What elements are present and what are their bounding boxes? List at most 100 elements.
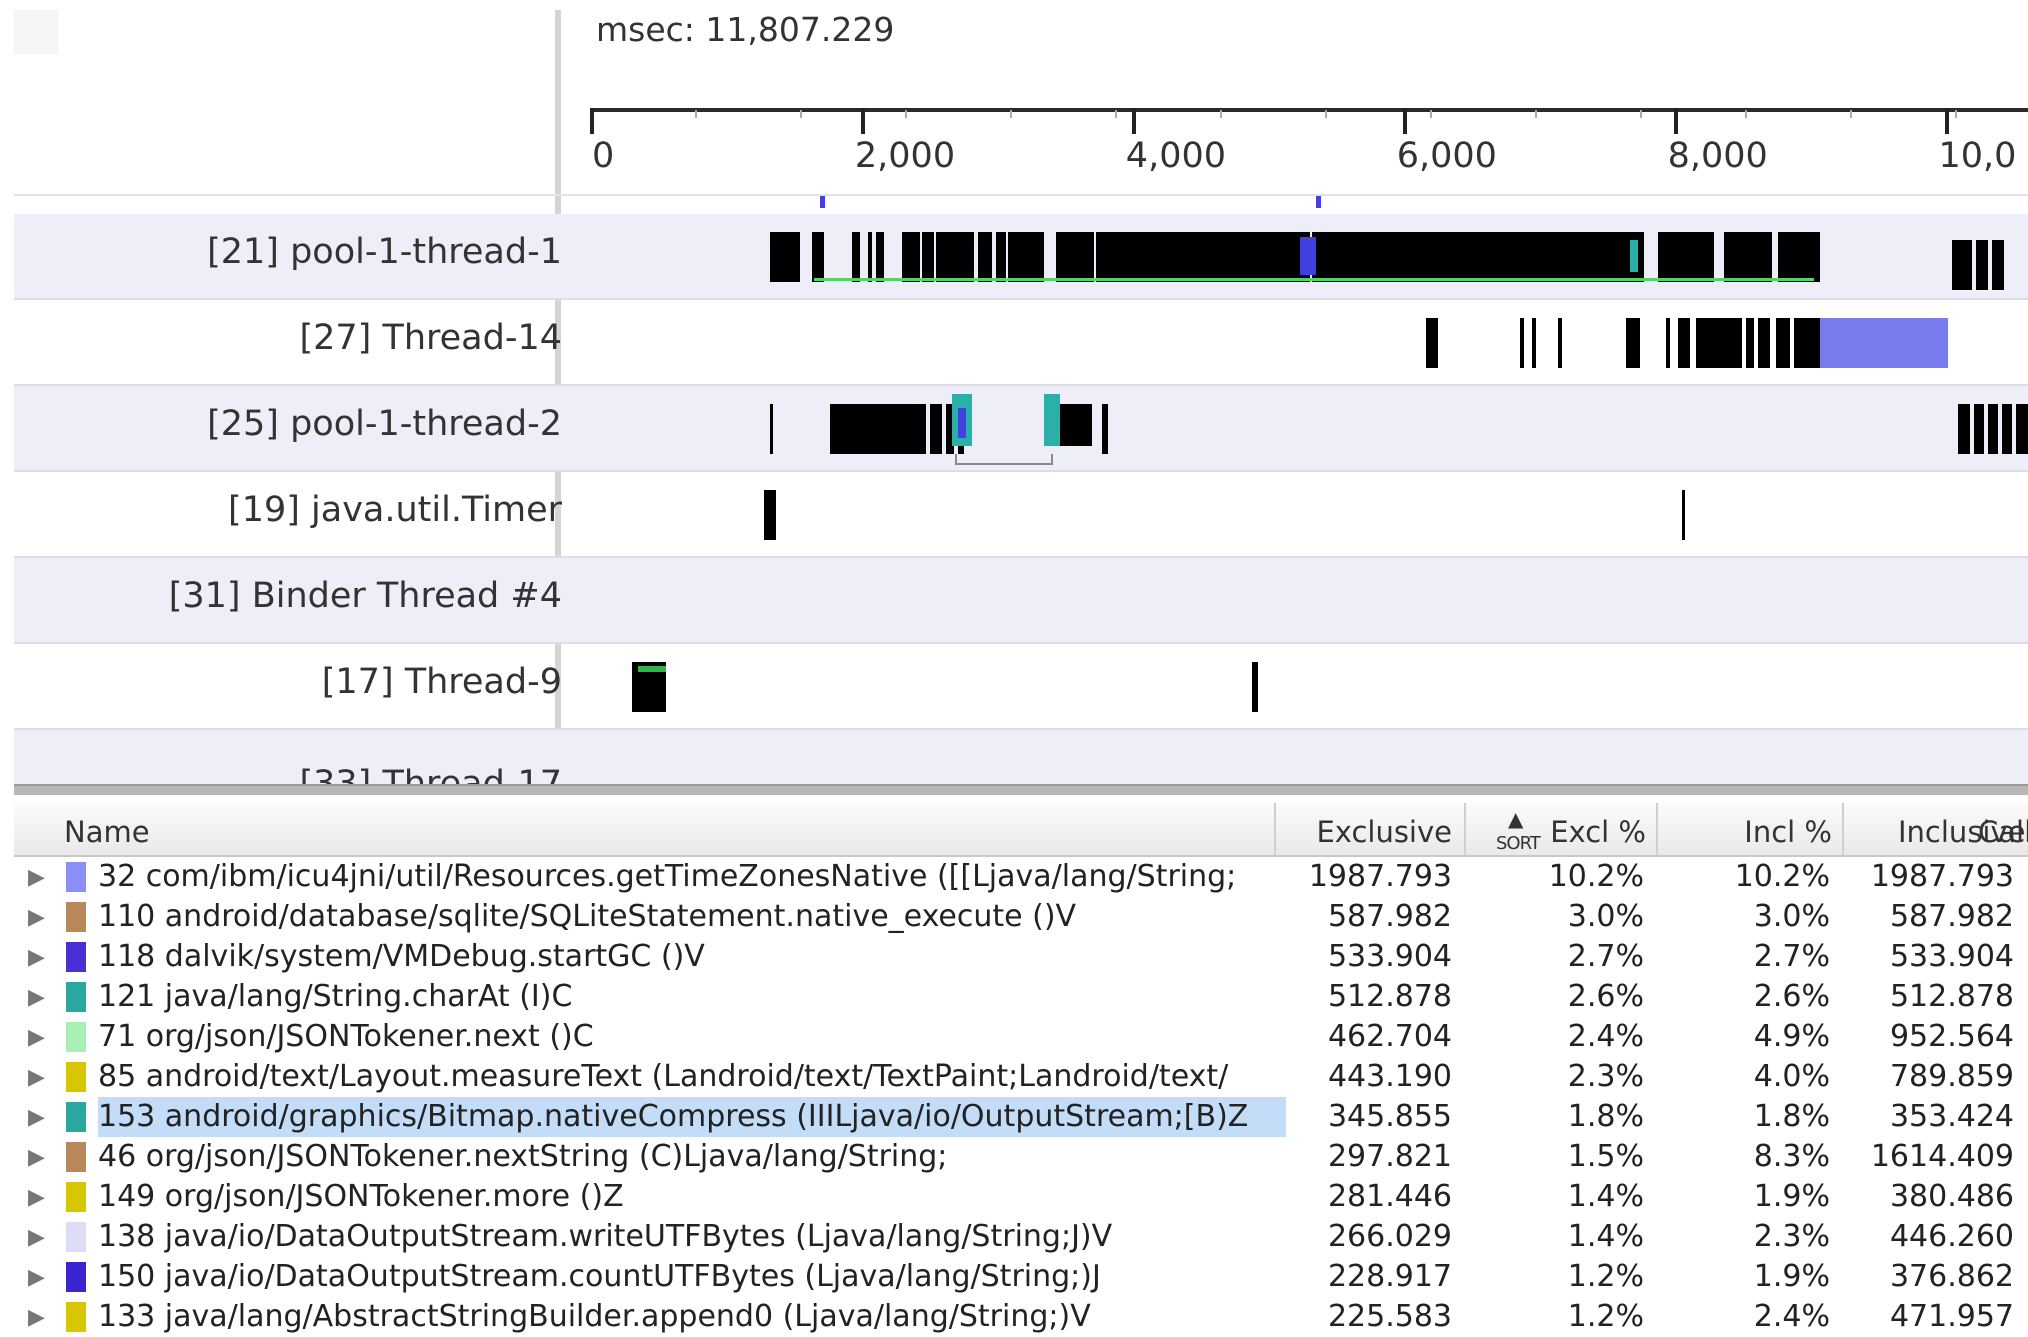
activity-segment[interactable] [1044,394,1060,446]
table-row[interactable]: ▶ 110 android/database/sqlite/SQLiteState… [14,897,2028,937]
activity-tick[interactable] [1252,662,1258,712]
disclosure-triangle-icon[interactable]: ▶ [28,1225,45,1250]
disclosure-triangle-icon[interactable]: ▶ [28,985,45,1010]
activity-gap[interactable] [1972,240,1976,290]
activity-tick[interactable] [1558,318,1562,368]
table-row[interactable]: ▶ 118 dalvik/system/VMDebug.startGC ()V 53… [14,937,2028,977]
activity-segment[interactable] [1630,240,1638,272]
table-row[interactable]: ▶ 85 android/text/Layout.measureText (Lan… [14,1057,2028,1097]
activity-gap[interactable] [1094,232,1096,282]
activity-tick[interactable] [820,196,825,208]
activity-gap[interactable] [974,232,978,282]
panel-splitter[interactable] [14,784,2028,795]
column-header-name[interactable]: Name [14,803,1276,855]
activity-tick[interactable] [1102,404,1108,454]
axis-major-tick [1673,108,1678,134]
table-row[interactable]: ▶ 133 java/lang/AbstractStringBuilder.app… [14,1297,2028,1337]
column-header-excl-pct[interactable]: Excl % [1466,803,1658,855]
table-row[interactable]: ▶ 121 java/lang/String.charAt (I)C 512.878… [14,977,2028,1017]
disclosure-triangle-icon[interactable]: ▶ [28,945,45,970]
activity-baseline[interactable] [814,278,1814,281]
thread-rows[interactable]: [21] pool-1-thread-1 [27] Thread-14 [25] p… [14,196,2028,784]
activity-gap[interactable] [1772,232,1778,282]
activity-tick[interactable] [770,404,773,454]
method-color-swatch [66,1022,86,1052]
activity-baseline[interactable] [638,666,666,672]
activity-segment[interactable] [1958,404,2028,454]
disclosure-triangle-icon[interactable]: ▶ [28,1305,45,1330]
activity-tick[interactable] [1520,318,1524,368]
activity-gap[interactable] [1970,404,1974,454]
axis-minor-tick [1745,110,1747,118]
activity-gap[interactable] [1984,404,1988,454]
activity-gap[interactable] [884,232,902,282]
activity-gap[interactable] [824,232,852,282]
sort-label: SORT [1496,833,1541,854]
activity-segment[interactable] [958,408,966,438]
column-header-exclusive[interactable]: Exclusive [1276,803,1466,855]
activity-segment[interactable] [1820,318,1948,368]
table-row[interactable]: ▶ 71 org/json/JSONTokener.next ()C 462.704… [14,1017,2028,1057]
activity-segment[interactable] [1678,318,1820,368]
activity-gap[interactable] [1770,318,1776,368]
disclosure-triangle-icon[interactable]: ▶ [28,1265,45,1290]
table-row[interactable]: ▶ 32 com/ibm/icu4jni/util/Resources.getTi… [14,857,2028,897]
disclosure-triangle-icon[interactable]: ▶ [28,905,45,930]
activity-segment[interactable] [1060,404,1092,446]
activity-gap[interactable] [926,404,930,454]
inclusive-time: 952.564 [1889,1019,2014,1054]
activity-gap[interactable] [2004,240,2008,290]
activity-bars[interactable] [14,196,2028,784]
disclosure-triangle-icon[interactable]: ▶ [28,1185,45,1210]
activity-tick[interactable] [1426,318,1438,368]
activity-gap[interactable] [942,404,946,454]
activity-gap[interactable] [920,232,922,282]
activity-gap[interactable] [1690,318,1696,368]
time-axis[interactable]: 0 2,000 4,000 6,000 8,000 10,0 [590,100,2028,195]
activity-tick[interactable] [1532,318,1536,368]
activity-gap[interactable] [1754,318,1758,368]
activity-gap[interactable] [1644,232,1658,282]
table-row[interactable]: ▶ 138 java/io/DataOutputStream.writeUTFBy… [14,1217,2028,1257]
table-row[interactable]: ▶ 46 org/json/JSONTokener.nextString (C)L… [14,1137,2028,1177]
disclosure-triangle-icon[interactable]: ▶ [28,1105,45,1130]
exclusive-time: 266.029 [1327,1219,1452,1254]
activity-gap[interactable] [1714,232,1724,282]
column-header-incl-pct[interactable]: Incl % [1658,803,1844,855]
disclosure-triangle-icon[interactable]: ▶ [28,1025,45,1050]
disclosure-triangle-icon[interactable]: ▶ [28,1065,45,1090]
activity-gap[interactable] [1006,232,1008,282]
sort-indicator[interactable]: ▲ SORT [1496,809,1541,855]
axis-major-tick [1402,108,1407,134]
activity-gap[interactable] [872,232,876,282]
disclosure-triangle-icon[interactable]: ▶ [28,865,45,890]
activity-gap[interactable] [992,232,996,282]
activity-gap[interactable] [800,232,812,282]
axis-minor-tick [1115,110,1117,118]
activity-tick[interactable] [1666,318,1670,368]
activity-gap[interactable] [1044,232,1056,282]
disclosure-triangle-icon[interactable]: ▶ [28,1145,45,1170]
activity-gap[interactable] [1998,404,2002,454]
activity-tick[interactable] [1626,318,1640,368]
activity-gap[interactable] [934,232,936,282]
timeline-panel[interactable]: msec: 11,807.229 0 2,000 4,000 6,000 8,000 10… [0,0,2028,795]
activity-segment[interactable] [1300,237,1316,275]
column-header-inclusive[interactable]: Inclusive Call [1844,803,2028,855]
method-color-swatch [66,1222,86,1252]
activity-tick[interactable] [1682,490,1685,540]
activity-tick[interactable] [1316,196,1321,208]
table-row[interactable]: ▶ 149 org/json/JSONTokener.more ()Z 281.44… [14,1177,2028,1217]
table-row[interactable]: ▶ 150 java/io/DataOutputStream.countUTFBy… [14,1257,2028,1297]
activity-gap[interactable] [1988,240,1992,290]
activity-gap[interactable] [2012,404,2016,454]
activity-gap[interactable] [1790,318,1794,368]
activity-segment[interactable] [770,232,1820,282]
table-row[interactable]: ▶ 153 android/graphics/Bitmap.nativeCompr… [14,1097,2028,1137]
activity-gap[interactable] [1742,318,1746,368]
activity-tick[interactable] [764,490,776,540]
axis-tick-label: 4,000 [1125,136,1226,176]
activity-gap[interactable] [860,232,868,282]
activity-segment[interactable] [1952,240,2008,290]
method-profile-table[interactable]: Name Exclusive Excl % Incl % Inclusive Ca… [14,803,2028,1335]
